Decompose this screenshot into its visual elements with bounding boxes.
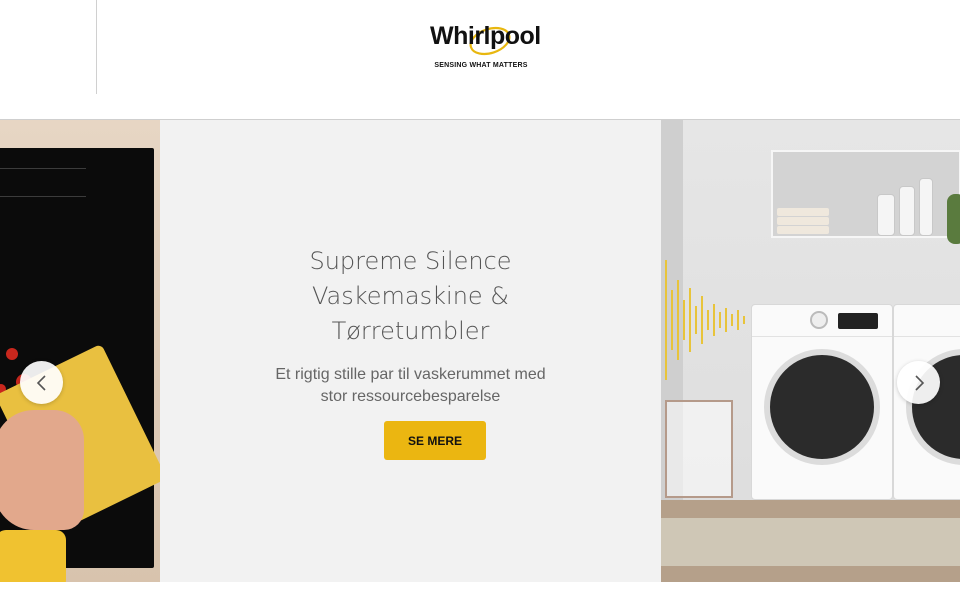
sound-wave-bar [701,296,703,344]
hero-carousel: Supreme Silence Vaskemaskine & Tørretumb… [0,120,960,582]
laundry-basket-image [665,400,733,498]
logo-tagline: SENSING WHAT MATTERS [434,62,528,69]
slide-image-oven [0,120,167,582]
sound-wave-bar [737,310,739,330]
slide-subtitle-line: stor ressourcebesparelse [320,388,501,405]
dryer-control-panel [894,305,960,337]
towel-image [777,226,829,234]
site-header: Whirlpool SENSING WHAT MATTERS [0,0,960,120]
bottle-image [899,186,915,236]
tomato-image [6,348,18,360]
sound-wave-bar [677,280,679,360]
slide-title-line: Vaskemaskine & [311,282,510,310]
logo-wordmark: Whirlpool [430,22,541,50]
sound-wave-bar [731,314,733,326]
washing-machine-image [751,304,893,500]
plant-image [947,194,960,244]
slide-title-line: Supreme Silence [309,247,512,275]
sound-wave-bar [665,260,667,380]
slide-subtitle: Et rigtig stille par til vaskerummet med… [260,364,561,408]
whirlpool-logo[interactable]: Whirlpool SENSING WHAT MATTERS [418,20,544,76]
sleeve-image [0,530,66,582]
rug-image [661,518,960,566]
slide-title-line: Tørretumbler [331,317,490,345]
sound-wave-bar [671,290,673,350]
chevron-right-icon [914,374,924,391]
sound-wave-bar [725,308,727,332]
chevron-left-icon [36,374,46,391]
towel-image [777,208,829,216]
slide-subtitle-line: Et rigtig stille par til vaskerummet med [275,366,546,383]
sound-wave-bar [707,310,709,330]
sound-wave-bar [683,300,685,340]
oven-rail [0,168,86,169]
sound-wave-bar [743,316,745,324]
sound-wave-bar [689,288,691,352]
towel-image [777,217,829,225]
hand-image [0,410,84,530]
carousel-next-button[interactable] [897,361,940,404]
carousel-prev-button[interactable] [20,361,63,404]
bottle-image [919,178,933,236]
slide-title: Supreme Silence Vaskemaskine & Tørretumb… [160,244,661,349]
slide-image-laundry [661,120,960,582]
oven-rail [0,196,86,197]
see-more-button[interactable]: SE MERE [384,421,486,460]
header-divider [96,0,97,94]
sound-wave-bar [713,304,715,336]
washer-knob [810,311,828,329]
bottle-image [877,194,895,236]
washer-display [838,313,878,329]
washer-door [764,349,880,465]
sound-wave-bar [695,306,697,334]
sound-wave-bar [719,312,721,328]
slide-text-panel: Supreme Silence Vaskemaskine & Tørretumb… [160,120,661,582]
